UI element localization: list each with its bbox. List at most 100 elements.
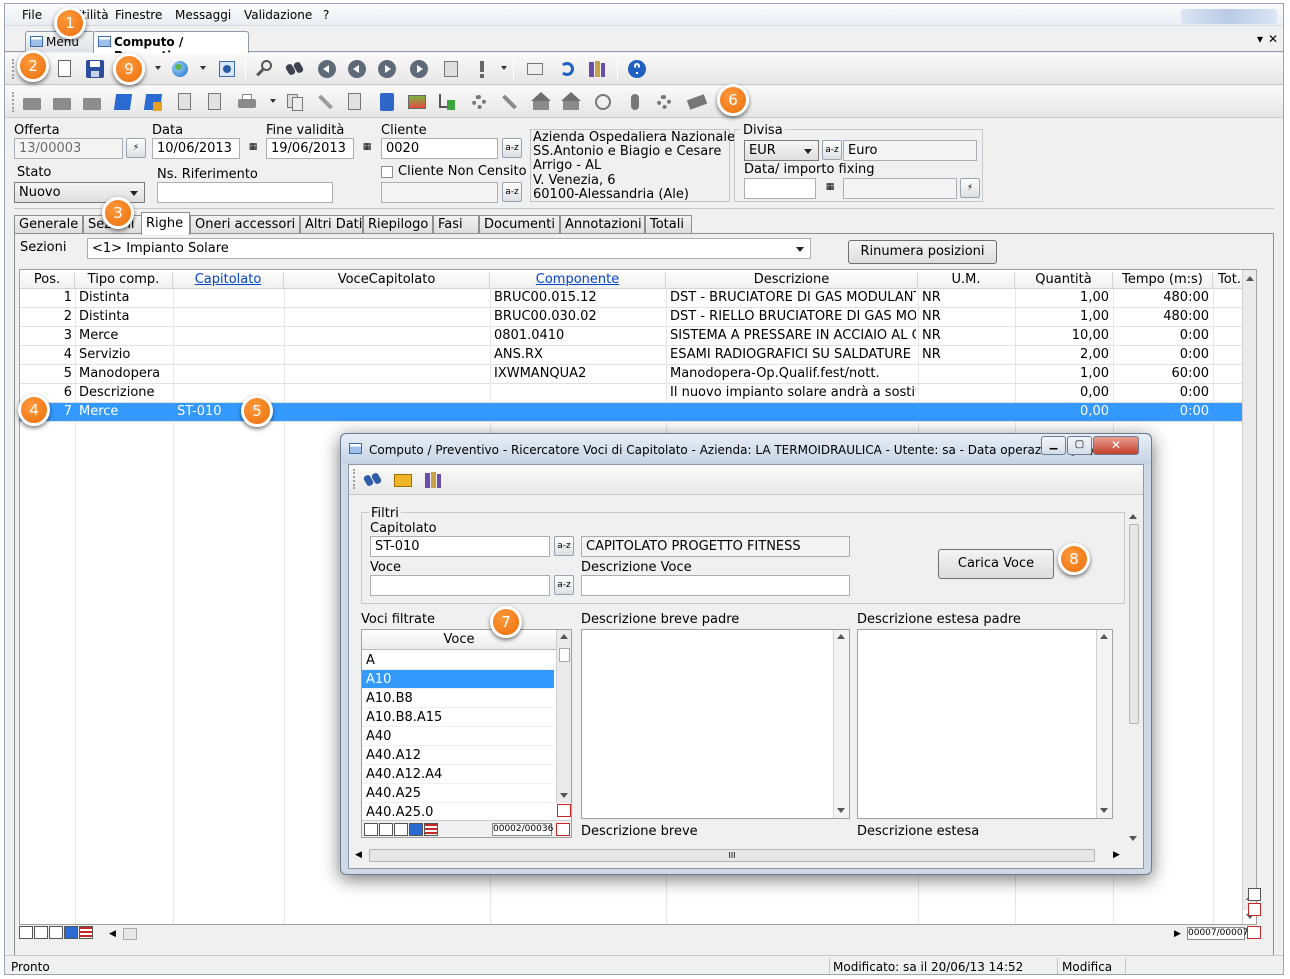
folder-open-icon[interactable] bbox=[22, 92, 42, 112]
table-row[interactable]: 4 Servizio ANS.RX ESAMI RADIOGRAFICI SU SAL… bbox=[20, 346, 1256, 365]
dialog-vscroll-thumb[interactable] bbox=[1129, 524, 1139, 724]
undo-icon[interactable] bbox=[557, 59, 577, 79]
col-um[interactable]: U.M. bbox=[918, 272, 1015, 289]
cliente-nc-lookup-icon[interactable]: a-z bbox=[502, 182, 522, 202]
list-item[interactable]: A40.A12 bbox=[362, 746, 554, 765]
ep-icon[interactable] bbox=[113, 92, 133, 112]
voci-scroll-up-icon[interactable] bbox=[560, 634, 568, 639]
folder-open-2-icon[interactable] bbox=[52, 92, 72, 112]
tab-oneri-accessori[interactable]: Oneri accessori bbox=[190, 215, 300, 234]
tab-documenti[interactable]: Documenti bbox=[479, 215, 560, 234]
voci-new-icon[interactable] bbox=[364, 823, 378, 836]
divisa-lookup-icon[interactable]: a-z bbox=[822, 140, 842, 160]
cell-cap[interactable] bbox=[177, 328, 282, 346]
cell-comp[interactable] bbox=[494, 385, 664, 403]
clipboard-icon[interactable] bbox=[441, 59, 461, 79]
cell-cap[interactable] bbox=[177, 290, 282, 308]
cell-pos[interactable]: 1 bbox=[20, 290, 72, 308]
tab-annotazioni[interactable]: Annotazioni bbox=[560, 215, 645, 234]
scroll-down-icon[interactable] bbox=[837, 808, 845, 813]
settings-icon[interactable] bbox=[217, 59, 237, 79]
cell-um[interactable]: NR bbox=[922, 290, 1012, 308]
table-row[interactable]: 7 Merce ST-010 0,00 0:00 bbox=[20, 403, 1256, 422]
cell-pos[interactable]: 5 bbox=[20, 366, 72, 384]
menu-file[interactable]: File bbox=[22, 8, 42, 22]
cliente-non-censito-checkbox[interactable] bbox=[381, 166, 393, 178]
books-icon[interactable] bbox=[587, 59, 607, 79]
wrench-icon[interactable] bbox=[499, 92, 519, 112]
prev-record-icon[interactable] bbox=[347, 59, 367, 79]
col-componente[interactable]: Componente bbox=[490, 272, 666, 289]
data-field[interactable]: 10/06/2013 bbox=[152, 138, 240, 159]
dialog-binoculars-icon[interactable] bbox=[362, 470, 383, 490]
voci-vscrollbar[interactable] bbox=[556, 630, 571, 803]
cell-voce[interactable] bbox=[288, 385, 488, 403]
globe-dropdown-icon[interactable] bbox=[200, 66, 206, 70]
cliente-non-censito-field[interactable] bbox=[381, 182, 498, 203]
dialog-scroll-up-icon[interactable] bbox=[1129, 514, 1137, 519]
list-item[interactable]: A40.A12.A4 bbox=[362, 765, 554, 784]
sezioni-select[interactable]: <1> Impianto Solare bbox=[87, 238, 811, 259]
cell-comp[interactable]: ANS.RX bbox=[494, 347, 664, 365]
desc-estesa-padre-scrollbar[interactable] bbox=[1096, 630, 1112, 818]
dialog-voce-lookup-icon[interactable]: a-z bbox=[554, 575, 574, 595]
cell-desc[interactable]: ESAMI RADIOGRAFICI SU SALDATURE bbox=[670, 347, 916, 365]
globe-icon[interactable] bbox=[170, 59, 190, 79]
cell-pos[interactable]: 3 bbox=[20, 328, 72, 346]
divisa-select[interactable]: EUR bbox=[744, 140, 819, 161]
gear-info-icon[interactable] bbox=[655, 92, 675, 112]
cell-voce[interactable] bbox=[288, 309, 488, 327]
scroll-up-icon[interactable] bbox=[837, 634, 845, 639]
cell-qta[interactable]: 2,00 bbox=[1015, 347, 1109, 365]
cell-desc[interactable]: SISTEMA A PRESSARE IN ACCIAIO AL CARBONI… bbox=[670, 328, 916, 346]
cliente-lookup-icon[interactable]: a-z bbox=[502, 138, 522, 158]
fine-validita-calendar-icon[interactable]: ▦ bbox=[357, 138, 377, 158]
fixing-date-field[interactable] bbox=[744, 178, 816, 199]
tab-generale[interactable]: Generale bbox=[14, 215, 83, 234]
grid-edit-row-icon[interactable] bbox=[64, 926, 78, 939]
cliente-field[interactable]: 0020 bbox=[381, 138, 498, 159]
tab-menu-arrow-icon[interactable]: ▾ bbox=[1257, 32, 1263, 46]
alert-dropdown-icon[interactable] bbox=[501, 66, 507, 70]
gears-icon[interactable] bbox=[469, 92, 489, 112]
tab-riepilogo[interactable]: Riepilogo bbox=[363, 215, 433, 234]
scroll-up-icon[interactable] bbox=[1100, 634, 1108, 639]
menu-help[interactable]: ? bbox=[323, 8, 329, 22]
voci-scroll-down-icon[interactable] bbox=[560, 793, 568, 798]
compass-icon[interactable] bbox=[593, 92, 613, 112]
calculator-icon[interactable] bbox=[377, 92, 397, 112]
cell-tipo[interactable]: Manodopera bbox=[79, 366, 173, 384]
voci-column-header[interactable]: Voce bbox=[362, 630, 556, 650]
print-icon[interactable] bbox=[237, 92, 257, 112]
print-dropdown-icon[interactable] bbox=[270, 99, 276, 103]
riferimento-field[interactable] bbox=[157, 182, 333, 203]
house-2-icon[interactable] bbox=[561, 92, 581, 112]
cell-tipo[interactable]: Servizio bbox=[79, 347, 173, 365]
voci-copy-icon[interactable] bbox=[394, 823, 408, 836]
cell-qta[interactable]: 0,00 bbox=[1015, 404, 1109, 422]
dialog-minimize-icon[interactable]: ▁ bbox=[1041, 436, 1066, 455]
voci-scroll-thumb[interactable] bbox=[559, 648, 570, 662]
col-tipo-comp[interactable]: Tipo comp. bbox=[75, 272, 173, 289]
cell-comp[interactable]: 0801.0410 bbox=[494, 328, 664, 346]
col-pos[interactable]: Pos. bbox=[20, 272, 75, 289]
tab-totali[interactable]: Totali bbox=[645, 215, 692, 234]
cell-pos[interactable]: 4 bbox=[20, 347, 72, 365]
copy-icon[interactable] bbox=[285, 92, 305, 112]
dialog-scroll-down-icon[interactable] bbox=[1129, 836, 1137, 841]
cell-qta[interactable]: 1,00 bbox=[1015, 290, 1109, 308]
binoculars-icon[interactable] bbox=[284, 59, 305, 79]
cell-qta[interactable]: 0,00 bbox=[1015, 385, 1109, 403]
grid-scroll-up-icon[interactable] bbox=[1246, 276, 1254, 281]
list-item[interactable]: A40 bbox=[362, 727, 554, 746]
calc-doc-icon[interactable] bbox=[345, 92, 365, 112]
list-item[interactable]: A10.B8.A15 bbox=[362, 708, 554, 727]
grid-vscrollbar[interactable] bbox=[1242, 270, 1256, 910]
dialog-maximize-icon[interactable]: ▢ bbox=[1067, 436, 1092, 455]
save-icon[interactable] bbox=[85, 59, 105, 79]
voci-delete-icon[interactable] bbox=[379, 823, 393, 836]
carica-voce-button[interactable]: Carica Voce bbox=[938, 549, 1054, 579]
cell-tempo[interactable]: 0:00 bbox=[1113, 328, 1209, 346]
grid-hscroll-left-icon[interactable]: ◀ bbox=[109, 929, 116, 939]
folder-open-3-icon[interactable] bbox=[82, 92, 102, 112]
